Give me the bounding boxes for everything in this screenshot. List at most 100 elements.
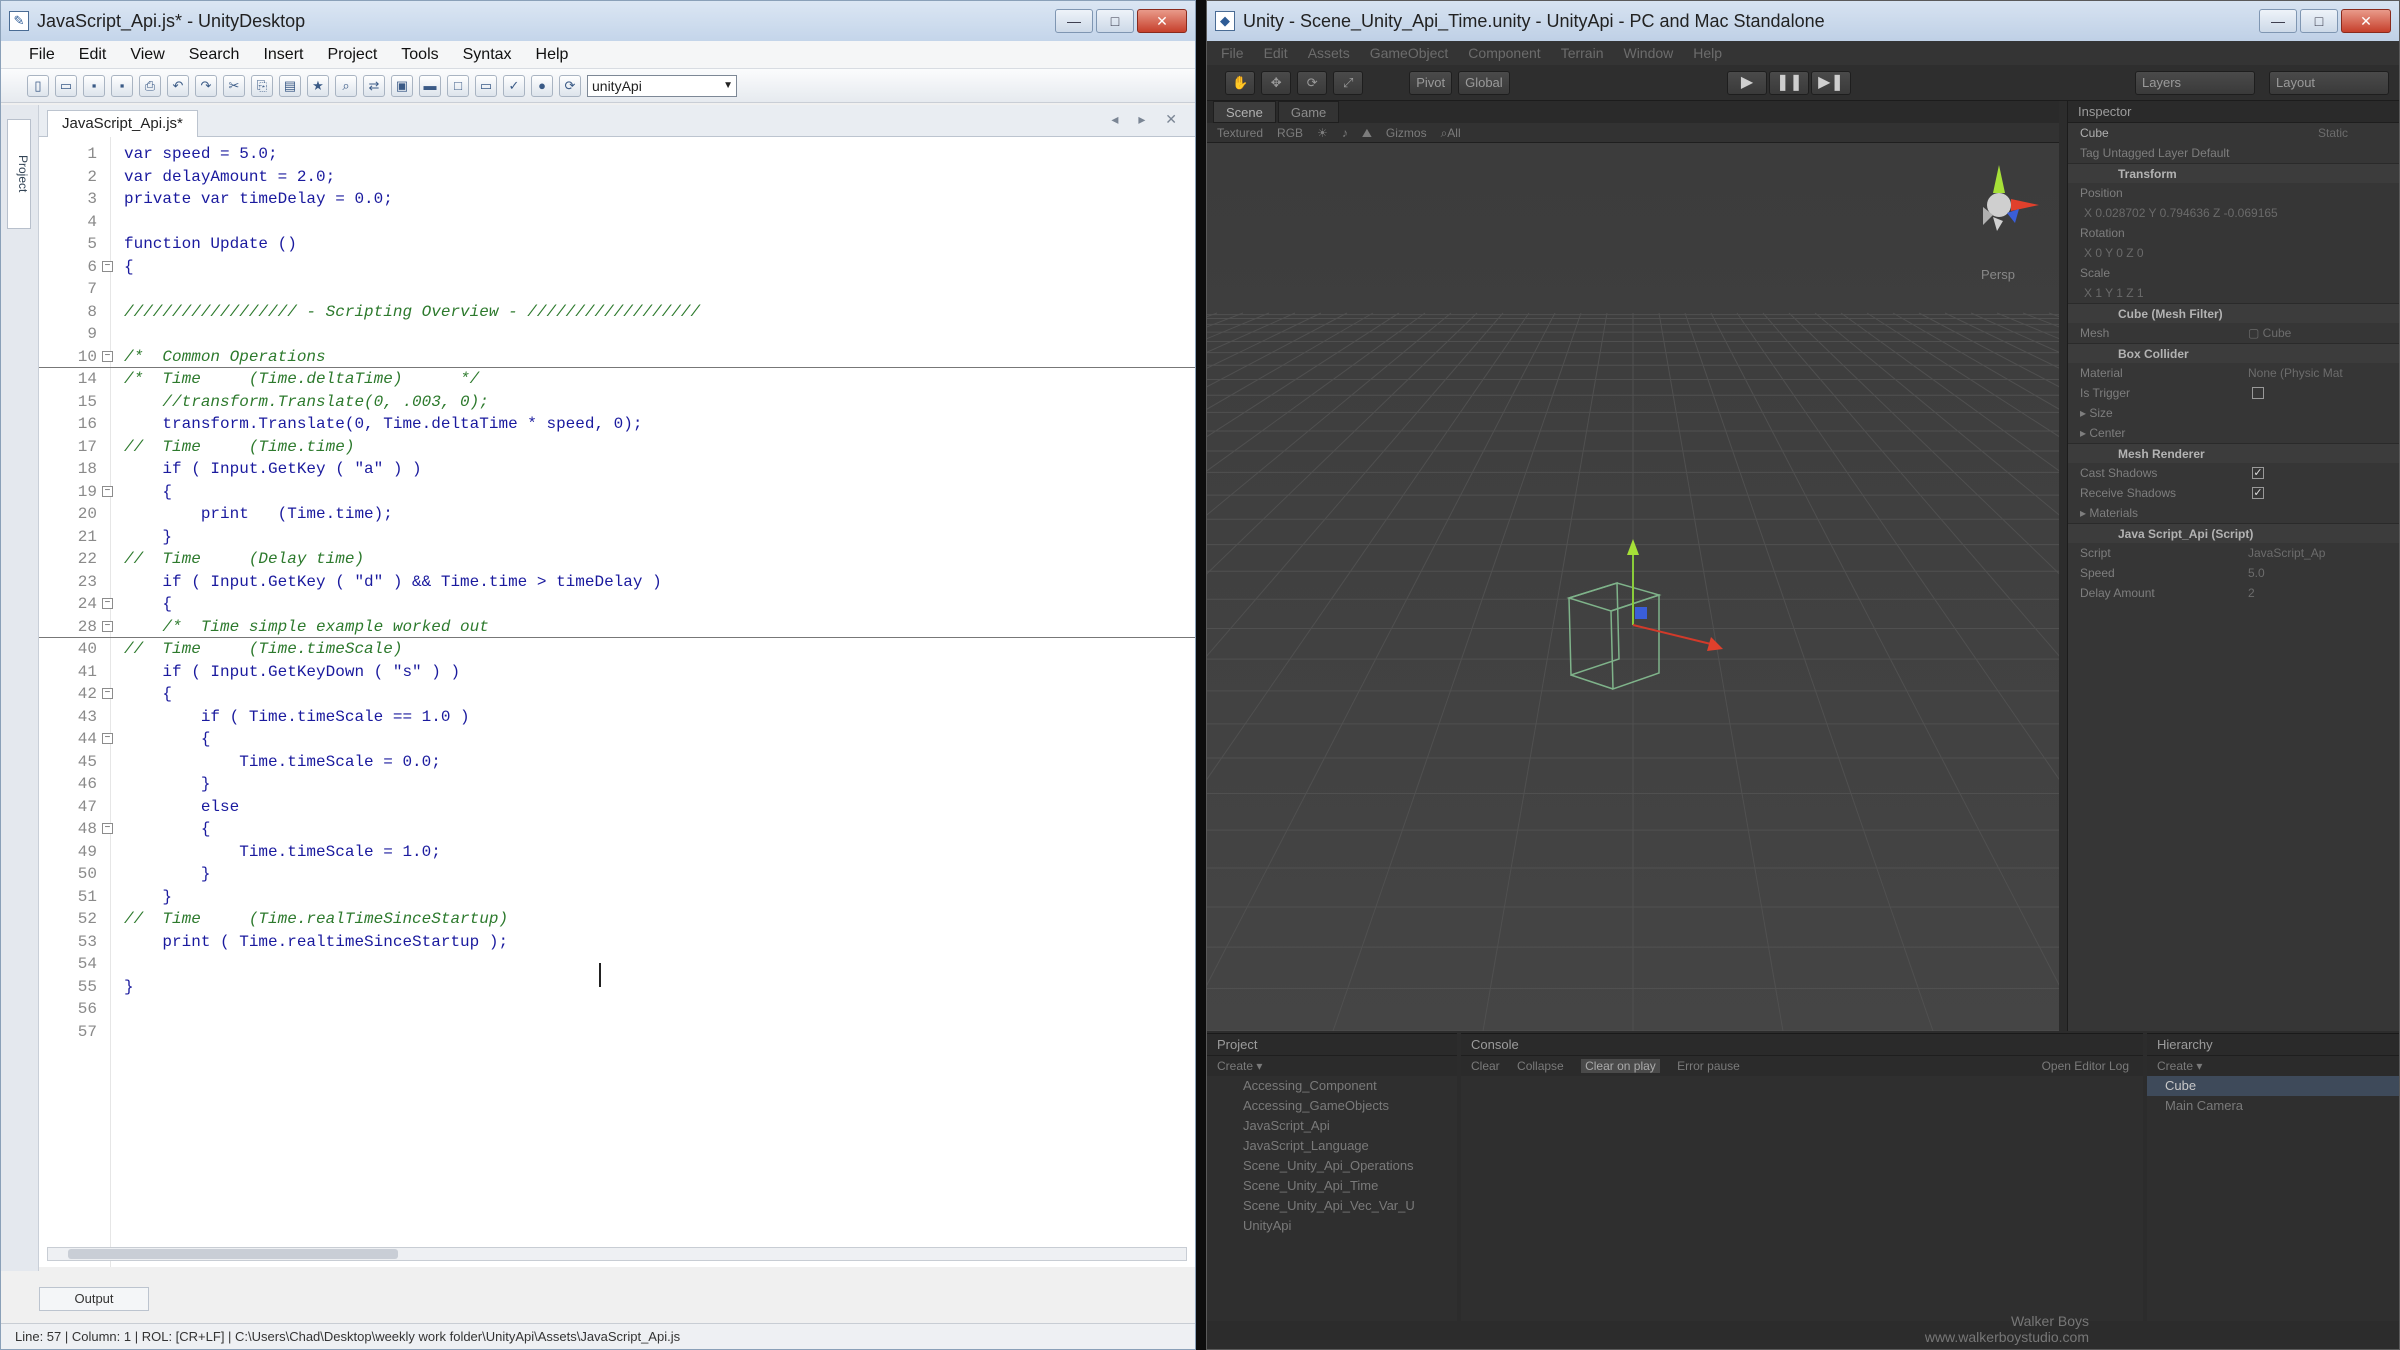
project-item[interactable]: Scene_Unity_Api_Vec_Var_U xyxy=(1207,1196,1457,1216)
code-line[interactable]: 44− { xyxy=(39,728,1195,751)
code-line[interactable]: 46 } xyxy=(39,773,1195,796)
inspector-title[interactable]: Inspector xyxy=(2068,101,2399,123)
inspector-field[interactable]: Position xyxy=(2068,183,2399,203)
project-item[interactable]: JavaScript_Api xyxy=(1207,1116,1457,1136)
unity-maximize-button[interactable]: □ xyxy=(2300,9,2338,33)
layout-dropdown[interactable]: Layout xyxy=(2269,71,2389,95)
save-icon[interactable]: ▪ xyxy=(83,74,105,97)
file-tab[interactable]: JavaScript_Api.js* xyxy=(47,110,198,137)
code-line[interactable]: 54 xyxy=(39,953,1195,976)
inspector-field-value[interactable]: JavaScript_Ap xyxy=(2248,543,2325,563)
lighting-toggle-icon[interactable]: ☀ xyxy=(1317,123,1328,142)
component-header[interactable]: Cube (Mesh Filter) xyxy=(2068,303,2399,323)
lock-icon[interactable]: ▣ xyxy=(391,74,413,97)
fold-toggle-icon[interactable]: − xyxy=(102,620,113,632)
horizontal-scrollbar[interactable] xyxy=(47,1247,1187,1261)
fold-toggle-icon[interactable]: − xyxy=(102,485,113,497)
code-line[interactable]: 18 if ( Input.GetKey ( "a" ) ) xyxy=(39,458,1195,481)
effects-toggle-icon[interactable]: ⛰ xyxy=(1362,123,1372,142)
project-item[interactable]: Scene_Unity_Api_Time xyxy=(1207,1176,1457,1196)
code-line[interactable]: 2 var delayAmount = 2.0; xyxy=(39,166,1195,189)
unity-menu-assets[interactable]: Assets xyxy=(1308,45,1350,61)
pause-button[interactable]: ❚❚ xyxy=(1769,71,1809,95)
fold-toggle-icon[interactable]: − xyxy=(102,733,113,744)
fold-toggle-icon[interactable]: − xyxy=(102,350,113,362)
console-collapse-button[interactable]: Collapse xyxy=(1517,1059,1564,1073)
new-file-icon[interactable]: ▯ xyxy=(27,74,49,97)
save-all-icon[interactable]: ▪ xyxy=(111,74,133,97)
inspector-field[interactable]: X 0 Y 0 Z 0 xyxy=(2068,243,2399,263)
code-line[interactable]: 6−{ xyxy=(39,256,1195,279)
play-button[interactable]: ▶ xyxy=(1727,71,1767,95)
component-header[interactable]: Java Script_Api (Script) xyxy=(2068,523,2399,543)
open-editor-log-button[interactable]: Open Editor Log xyxy=(2042,1056,2129,1076)
unity-menu-file[interactable]: File xyxy=(1221,45,1244,61)
inspector-field[interactable]: ▸ Size xyxy=(2068,403,2399,423)
code-line[interactable]: 20 print (Time.time); xyxy=(39,503,1195,526)
scene-view[interactable]: Scene Game Textured RGB ☀ ♪ ⛰ Gizmos ⌕Al… xyxy=(1207,101,2059,1031)
inspector-checkbox[interactable] xyxy=(2252,387,2264,399)
inspector-field[interactable]: X 1 Y 1 Z 1 xyxy=(2068,283,2399,303)
code-line[interactable]: 52 // Time (Time.realTimeSinceStartup) xyxy=(39,908,1195,931)
paste-icon[interactable]: ▤ xyxy=(279,74,301,97)
render-mode-dropdown[interactable]: Textured xyxy=(1217,123,1263,142)
inspector-field[interactable]: ▸ Center xyxy=(2068,423,2399,443)
color-mode-dropdown[interactable]: RGB xyxy=(1277,123,1303,142)
inspector-checkbox[interactable]: ✓ xyxy=(2252,487,2264,499)
inspector-field[interactable]: Script JavaScript_Ap xyxy=(2068,543,2399,563)
console-clear-button[interactable]: Clear xyxy=(1471,1059,1500,1073)
hierarchy-item-main-camera[interactable]: Main Camera xyxy=(2147,1096,2399,1116)
fold-toggle-icon[interactable]: − xyxy=(102,260,113,272)
fold-toggle-icon[interactable]: − xyxy=(102,823,113,834)
code-line[interactable]: 22 // Time (Delay time) xyxy=(39,548,1195,571)
tab-game[interactable]: Game xyxy=(1277,101,1340,123)
project-title[interactable]: Project xyxy=(1207,1034,1457,1056)
side-tab-project[interactable]: Project xyxy=(7,119,31,229)
unity-menu-edit[interactable]: Edit xyxy=(1264,45,1288,61)
step-button[interactable]: ▶❚ xyxy=(1811,71,1851,95)
audio-toggle-icon[interactable]: ♪ xyxy=(1342,123,1348,142)
hierarchy-title[interactable]: Hierarchy xyxy=(2147,1034,2399,1056)
gizmos-dropdown[interactable]: Gizmos xyxy=(1386,123,1427,142)
project-item[interactable]: Accessing_GameObjects xyxy=(1207,1096,1457,1116)
fold-toggle-icon[interactable]: − xyxy=(102,598,113,609)
scene-canvas[interactable]: Persp xyxy=(1207,143,2059,1031)
unity-minimize-button[interactable]: — xyxy=(2259,9,2297,33)
inspector-field[interactable]: Delay Amount 2 xyxy=(2068,583,2399,603)
console-clear-on-play-button[interactable]: Clear on play xyxy=(1581,1059,1660,1073)
inspector-field[interactable]: Scale xyxy=(2068,263,2399,283)
code-line[interactable]: 51 } xyxy=(39,886,1195,909)
fold-toggle-icon[interactable]: − xyxy=(102,688,113,699)
scene-search[interactable]: ⌕All xyxy=(1441,123,1461,142)
code-line[interactable]: 49 Time.timeScale = 1.0; xyxy=(39,841,1195,864)
menu-project[interactable]: Project xyxy=(327,46,377,64)
terminal-icon[interactable]: ▬ xyxy=(419,74,441,97)
code-line[interactable]: 42− { xyxy=(39,683,1195,706)
menu-help[interactable]: Help xyxy=(536,46,569,64)
component-header[interactable]: Box Collider xyxy=(2068,343,2399,363)
code-line[interactable]: 40 // Time (Time.timeScale) xyxy=(39,638,1195,661)
inspector-field[interactable]: X 0.028702 Y 0.794636 Z -0.069165 xyxy=(2068,203,2399,223)
menu-file[interactable]: File xyxy=(29,46,55,64)
inspector-field[interactable]: Mesh ▢ Cube xyxy=(2068,323,2399,343)
code-line[interactable]: 8 ////////////////// - Scripting Overview… xyxy=(39,301,1195,324)
code-line[interactable]: 1 var speed = 5.0; xyxy=(39,143,1195,166)
inspector-field-value[interactable]: 2 xyxy=(2248,583,2255,603)
find-icon[interactable]: ⌕ xyxy=(335,74,357,97)
menu-tools[interactable]: Tools xyxy=(401,46,438,64)
undo-icon[interactable]: ↶ xyxy=(167,74,189,97)
code-line[interactable]: 53 print ( Time.realtimeSinceStartup ); xyxy=(39,931,1195,954)
unity-menu-terrain[interactable]: Terrain xyxy=(1561,45,1604,61)
unity-menu-help[interactable]: Help xyxy=(1693,45,1722,61)
open-folder-icon[interactable]: ▭ xyxy=(55,74,77,97)
code-line[interactable]: 7 xyxy=(39,278,1195,301)
hierarchy-create[interactable]: Create ▾ xyxy=(2147,1056,2399,1076)
code-line[interactable]: 56 xyxy=(39,998,1195,1021)
global-toggle[interactable]: Global xyxy=(1458,70,1510,95)
unity-menu-gameobject[interactable]: GameObject xyxy=(1370,45,1449,61)
tab-nav-controls[interactable]: ◂ ▸ ✕ xyxy=(1111,111,1185,128)
print-icon[interactable]: ⎙ xyxy=(139,74,161,97)
menu-insert[interactable]: Insert xyxy=(263,46,303,64)
code-line[interactable]: 10−/* Common Operations xyxy=(39,346,1195,368)
code-line[interactable]: 55} xyxy=(39,976,1195,999)
